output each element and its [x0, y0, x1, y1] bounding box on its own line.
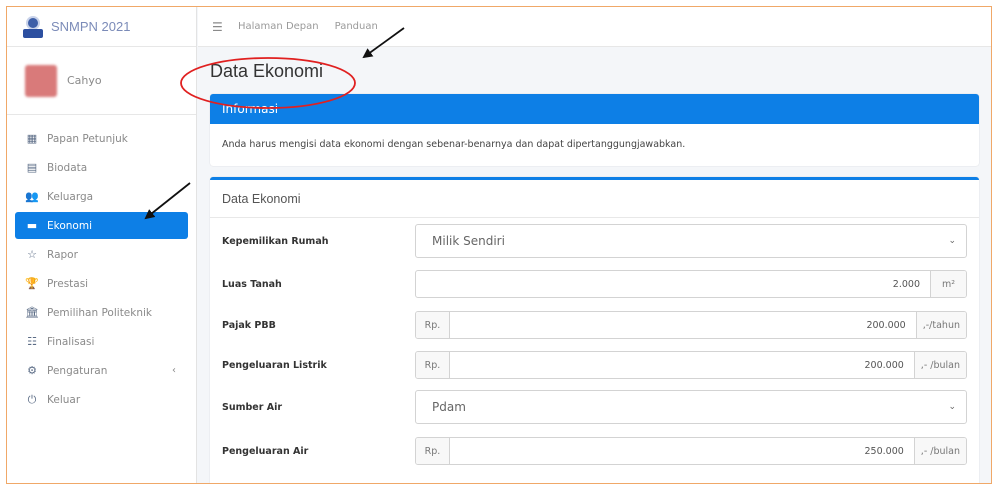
gear-icon: ⚙	[27, 364, 37, 377]
sidebar-item-label: Papan Petunjuk	[47, 132, 128, 145]
avatar	[25, 64, 57, 97]
input-suffix: m²	[930, 271, 966, 297]
user-name: Cahyo	[67, 74, 102, 87]
chevron-down-icon: ⌄	[948, 402, 956, 412]
pengeluaran-listrik-input[interactable]: Rp. 200.000 ,- /bulan	[415, 351, 967, 379]
input-value: 200.000	[864, 359, 904, 371]
kepemilikan-rumah-select[interactable]: Milik Sendiri ⌄	[415, 224, 967, 258]
field-label: Sumber Air	[222, 401, 283, 413]
info-card-text: Anda harus mengisi data ekonomi dengan s…	[222, 139, 686, 150]
topbar: ☰ Halaman Depan Panduan	[198, 7, 991, 47]
wallet-icon: ▬	[26, 219, 38, 232]
sidebar-item-finalisasi[interactable]: ☷ Finalisasi	[15, 328, 188, 355]
trophy-icon: 🏆	[25, 277, 39, 290]
field-label: Luas Tanah	[222, 278, 282, 290]
ekonomi-form-card: Data Ekonomi Kepemilikan Rumah Milik Sen…	[210, 177, 979, 483]
chevron-down-icon: ⌄	[948, 236, 956, 246]
user-panel[interactable]: Cahyo	[7, 47, 196, 115]
input-suffix: ,-/tahun	[915, 312, 966, 338]
sidebar-item-label: Prestasi	[47, 277, 89, 290]
sidebar-item-keluar[interactable]: ⏻ Keluar	[15, 386, 188, 413]
sidebar: SNMPN 2021 Cahyo ▦ Papan Petunjuk ▤ Biod…	[7, 7, 197, 483]
pengeluaran-air-input[interactable]: Rp. 250.000 ,- /bulan	[415, 437, 967, 465]
sidebar-item-pemilihan-politeknik[interactable]: 🏛 Pemilihan Politeknik	[15, 299, 188, 326]
row-kepemilikan-rumah: Kepemilikan Rumah Milik Sendiri ⌄	[222, 224, 967, 258]
input-prefix: Rp.	[416, 352, 450, 378]
sidebar-item-rapor[interactable]: ☆ Rapor	[15, 241, 188, 268]
input-value: 200.000	[866, 319, 906, 331]
sidebar-item-label: Ekonomi	[47, 219, 92, 232]
pajak-pbb-input[interactable]: Rp. 200.000 ,-/tahun	[415, 311, 967, 339]
brand-title: SNMPN 2021	[51, 19, 131, 34]
id-card-icon: ▤	[26, 161, 38, 174]
select-value: Pdam	[432, 400, 466, 414]
sidebar-item-label: Pengaturan	[47, 364, 108, 377]
nav-link-halaman-depan[interactable]: Halaman Depan	[238, 21, 319, 32]
form-card-title: Data Ekonomi	[210, 180, 979, 218]
info-card: Informasi Anda harus mengisi data ekonom…	[210, 94, 979, 166]
sidebar-item-label: Biodata	[47, 161, 88, 174]
sidebar-item-pengaturan[interactable]: ⚙ Pengaturan ‹	[15, 357, 188, 384]
chevron-left-icon: ‹	[172, 365, 176, 376]
sidebar-item-prestasi[interactable]: 🏆 Prestasi	[15, 270, 188, 297]
star-icon: ☆	[27, 248, 37, 261]
row-sumber-air: Sumber Air Pdam ⌄	[222, 390, 967, 424]
sidebar-item-label: Rapor	[47, 248, 78, 261]
row-luas-tanah: Luas Tanah 2.000 m²	[222, 270, 967, 298]
sidebar-item-label: Finalisasi	[47, 335, 95, 348]
sidebar-item-keluarga[interactable]: 👥 Keluarga	[15, 183, 188, 210]
input-value: 2.000	[892, 278, 920, 290]
sidebar-menu: ▦ Papan Petunjuk ▤ Biodata 👥 Keluarga ▬ …	[7, 115, 196, 413]
field-label: Pajak PBB	[222, 319, 276, 331]
checklist-icon: ☷	[27, 335, 37, 348]
luas-tanah-input[interactable]: 2.000 m²	[415, 270, 967, 298]
row-pengeluaran-air: Pengeluaran Air Rp. 250.000 ,- /bulan	[222, 437, 967, 465]
app-window: SNMPN 2021 Cahyo ▦ Papan Petunjuk ▤ Biod…	[6, 6, 992, 484]
row-pengeluaran-listrik: Pengeluaran Listrik Rp. 200.000 ,- /bula…	[222, 351, 967, 379]
hamburger-icon[interactable]: ☰	[212, 20, 224, 34]
page-title: Data Ekonomi	[210, 61, 324, 81]
field-label: Pengeluaran Listrik	[222, 359, 327, 371]
users-icon: 👥	[25, 190, 39, 203]
institution-icon: 🏛	[25, 306, 39, 319]
sidebar-item-biodata[interactable]: ▤ Biodata	[15, 154, 188, 181]
brand[interactable]: SNMPN 2021	[7, 7, 196, 47]
row-pajak-pbb: Pajak PBB Rp. 200.000 ,-/tahun	[222, 311, 967, 339]
info-card-title: Informasi	[210, 94, 979, 124]
input-suffix: ,- /bulan	[913, 352, 966, 378]
sidebar-item-papan-petunjuk[interactable]: ▦ Papan Petunjuk	[15, 125, 188, 152]
dashboard-icon: ▦	[26, 132, 38, 145]
sidebar-item-label: Keluarga	[47, 190, 94, 203]
field-label: Kepemilikan Rumah	[222, 235, 329, 247]
input-prefix: Rp.	[416, 312, 450, 338]
nav-link-panduan[interactable]: Panduan	[335, 21, 378, 32]
select-value: Milik Sendiri	[432, 234, 505, 248]
field-label: Pengeluaran Air	[222, 445, 309, 457]
sidebar-item-label: Pemilihan Politeknik	[47, 306, 153, 319]
sidebar-item-label: Keluar	[47, 393, 81, 406]
sumber-air-select[interactable]: Pdam ⌄	[415, 390, 967, 424]
input-prefix: Rp.	[416, 438, 450, 464]
input-suffix: ,- /bulan	[913, 438, 966, 464]
main-content: Data Ekonomi Informasi Anda harus mengis…	[198, 48, 991, 483]
input-value: 250.000	[864, 445, 904, 457]
snmpn-logo-icon	[23, 15, 45, 38]
power-icon: ⏻	[27, 392, 37, 406]
sidebar-item-ekonomi[interactable]: ▬ Ekonomi	[15, 212, 188, 239]
